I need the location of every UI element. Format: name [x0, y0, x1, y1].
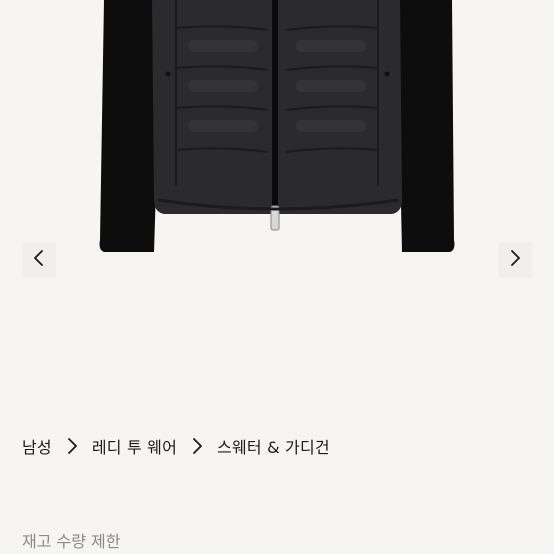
- zipper: [272, 0, 278, 212]
- chevron-left-icon: [32, 249, 46, 271]
- stock-limited-note: 재고 수량 제한: [22, 532, 121, 551]
- breadcrumb-item-ready-to-wear[interactable]: 레디 투 웨어: [92, 434, 177, 458]
- breadcrumb-item-sweaters-cardigans[interactable]: 스웨터 & 가디건: [217, 434, 330, 458]
- breadcrumb-item-men[interactable]: 남성: [22, 434, 52, 458]
- left-sleeve: [99, 0, 160, 252]
- chevron-right-icon: [191, 437, 203, 455]
- carousel-prev-button[interactable]: [22, 242, 56, 278]
- chevron-right-icon: [66, 437, 78, 455]
- right-sleeve: [398, 0, 455, 252]
- product-image[interactable]: [0, 0, 554, 300]
- breadcrumb: 남성 레디 투 웨어 스웨터 & 가디건: [22, 433, 330, 459]
- carousel-next-button[interactable]: [498, 242, 532, 278]
- chevron-right-icon: [508, 249, 522, 271]
